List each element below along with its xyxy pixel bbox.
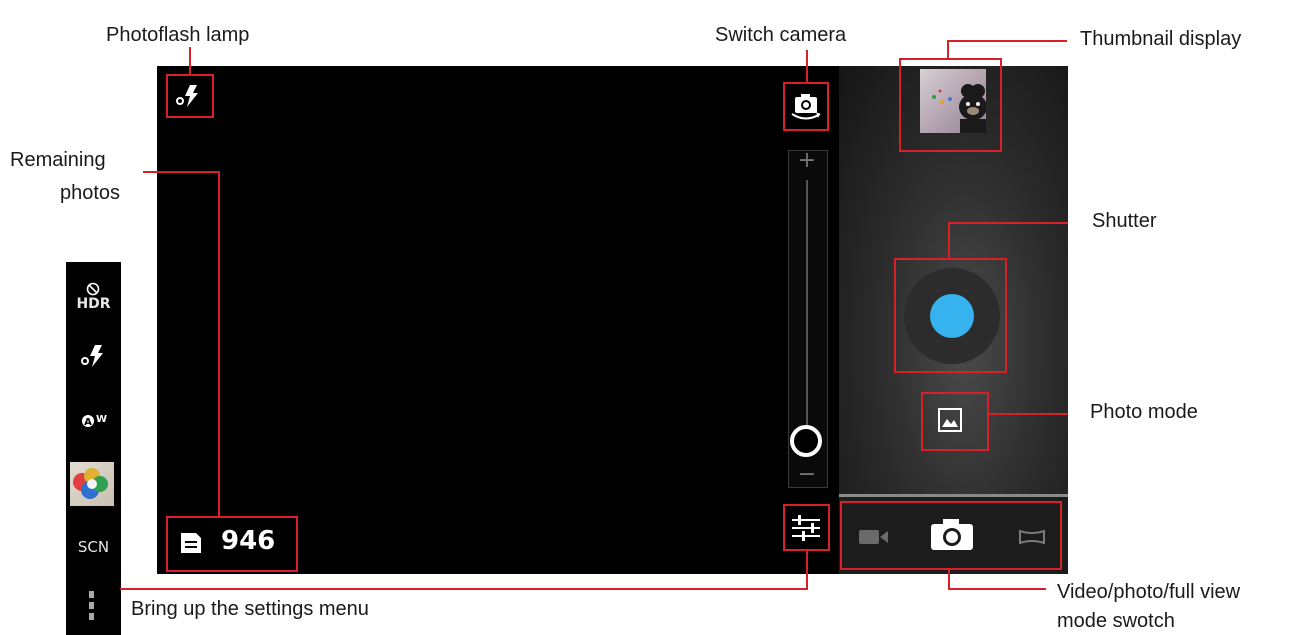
leader-thumbnail-v [947, 40, 949, 59]
leader-thumbnail-h [947, 40, 1067, 42]
leader-settings-v [806, 550, 808, 590]
flash-sidebar-icon[interactable] [77, 342, 107, 375]
callout-box-mode-switch [840, 501, 1062, 570]
white-balance-icon[interactable]: A [81, 414, 95, 433]
label-thumbnail-display: Thumbnail display [1080, 28, 1242, 50]
callout-box-photo-mode [921, 392, 989, 451]
leader-settings-h [120, 588, 808, 590]
leader-mode-switch-v [948, 569, 950, 588]
leader-mode-switch-h [948, 588, 1046, 590]
scene-label[interactable]: SCN [66, 538, 121, 556]
zoom-rail [806, 180, 808, 425]
callout-box-switch-camera [783, 82, 829, 131]
label-photo-mode: Photo mode [1090, 401, 1198, 423]
label-mode-switch-line2: mode swotch [1057, 610, 1175, 632]
leader-remaining-v [218, 171, 220, 517]
leader-shutter-v [948, 222, 950, 259]
white-balance-label: W [96, 414, 108, 425]
leader-remaining-h [143, 171, 220, 173]
callout-box-settings [783, 504, 830, 551]
label-remaining-line1: Remaining [10, 149, 106, 171]
label-settings-menu: Bring up the settings menu [131, 598, 369, 620]
callout-box-shutter [894, 258, 1007, 373]
quick-settings-sidebar [66, 262, 121, 635]
svg-text:A: A [84, 417, 92, 428]
label-photoflash-lamp: Photoflash lamp [106, 24, 250, 46]
more-icon[interactable] [89, 591, 95, 627]
callout-box-thumbnail [899, 58, 1002, 152]
label-shutter: Shutter [1092, 210, 1157, 232]
label-switch-camera: Switch camera [715, 24, 847, 46]
callout-box-flash [166, 74, 214, 118]
zoom-minus-label[interactable]: − [795, 462, 819, 487]
label-mode-switch-line1: Video/photo/full view [1057, 581, 1241, 603]
zoom-plus-label[interactable]: + [795, 148, 819, 173]
scene-thumbnail[interactable] [70, 462, 114, 506]
label-remaining-line2: photos [60, 182, 121, 204]
callout-box-remaining [166, 516, 298, 572]
zoom-handle[interactable] [790, 425, 822, 457]
leader-photo-mode [988, 413, 1068, 415]
leader-flash [189, 47, 191, 75]
viewfinder [157, 66, 839, 574]
leader-shutter-h [948, 222, 1068, 224]
leader-switch-camera [806, 50, 808, 83]
hdr-label[interactable]: HDR [66, 296, 121, 312]
